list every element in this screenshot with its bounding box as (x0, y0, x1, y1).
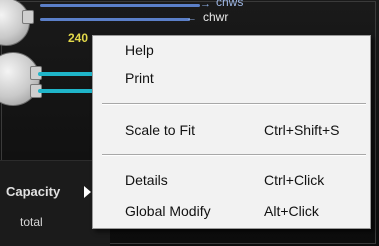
menu-item-shortcut: Ctrl+Shift+S (264, 122, 340, 138)
menu-item-shortcut: Alt+Click (264, 203, 319, 219)
chwr-arrow-icon: ← (186, 12, 197, 24)
condenser-pipe-lower[interactable] (38, 89, 98, 93)
menu-item-label: Details (125, 172, 168, 188)
chws-pipe[interactable] (40, 4, 200, 7)
menu-item-details[interactable]: Details Ctrl+Click (94, 168, 369, 192)
condenser-pipe-upper[interactable] (38, 72, 98, 76)
context-menu: Help Print Scale to Fit Ctrl+Shift+S Det… (92, 35, 371, 229)
menu-item-label: Global Modify (125, 203, 211, 219)
menu-item-help[interactable]: Help (94, 38, 369, 62)
value-readout: 240 (68, 31, 89, 45)
chws-arrow-icon: → (200, 0, 211, 10)
menu-item-scale-to-fit[interactable]: Scale to Fit Ctrl+Shift+S (94, 118, 369, 142)
menu-separator (102, 154, 366, 156)
menu-item-global-modify[interactable]: Global Modify Alt+Click (94, 199, 369, 223)
chiller-flange-upper (22, 10, 34, 24)
capacity-expand-arrow-icon[interactable] (84, 186, 91, 198)
chwr-pipe[interactable] (40, 18, 190, 21)
total-label: total (20, 215, 43, 229)
chws-label: chws (216, 0, 244, 9)
capacity-label: Capacity (6, 184, 61, 199)
menu-item-label: Help (125, 42, 154, 58)
menu-item-shortcut: Ctrl+Click (264, 172, 325, 188)
menu-item-label: Scale to Fit (125, 122, 196, 138)
menu-item-print[interactable]: Print (94, 66, 369, 90)
chwr-label: chwr (203, 10, 229, 24)
menu-item-label: Print (125, 70, 154, 86)
menu-separator (102, 103, 366, 105)
